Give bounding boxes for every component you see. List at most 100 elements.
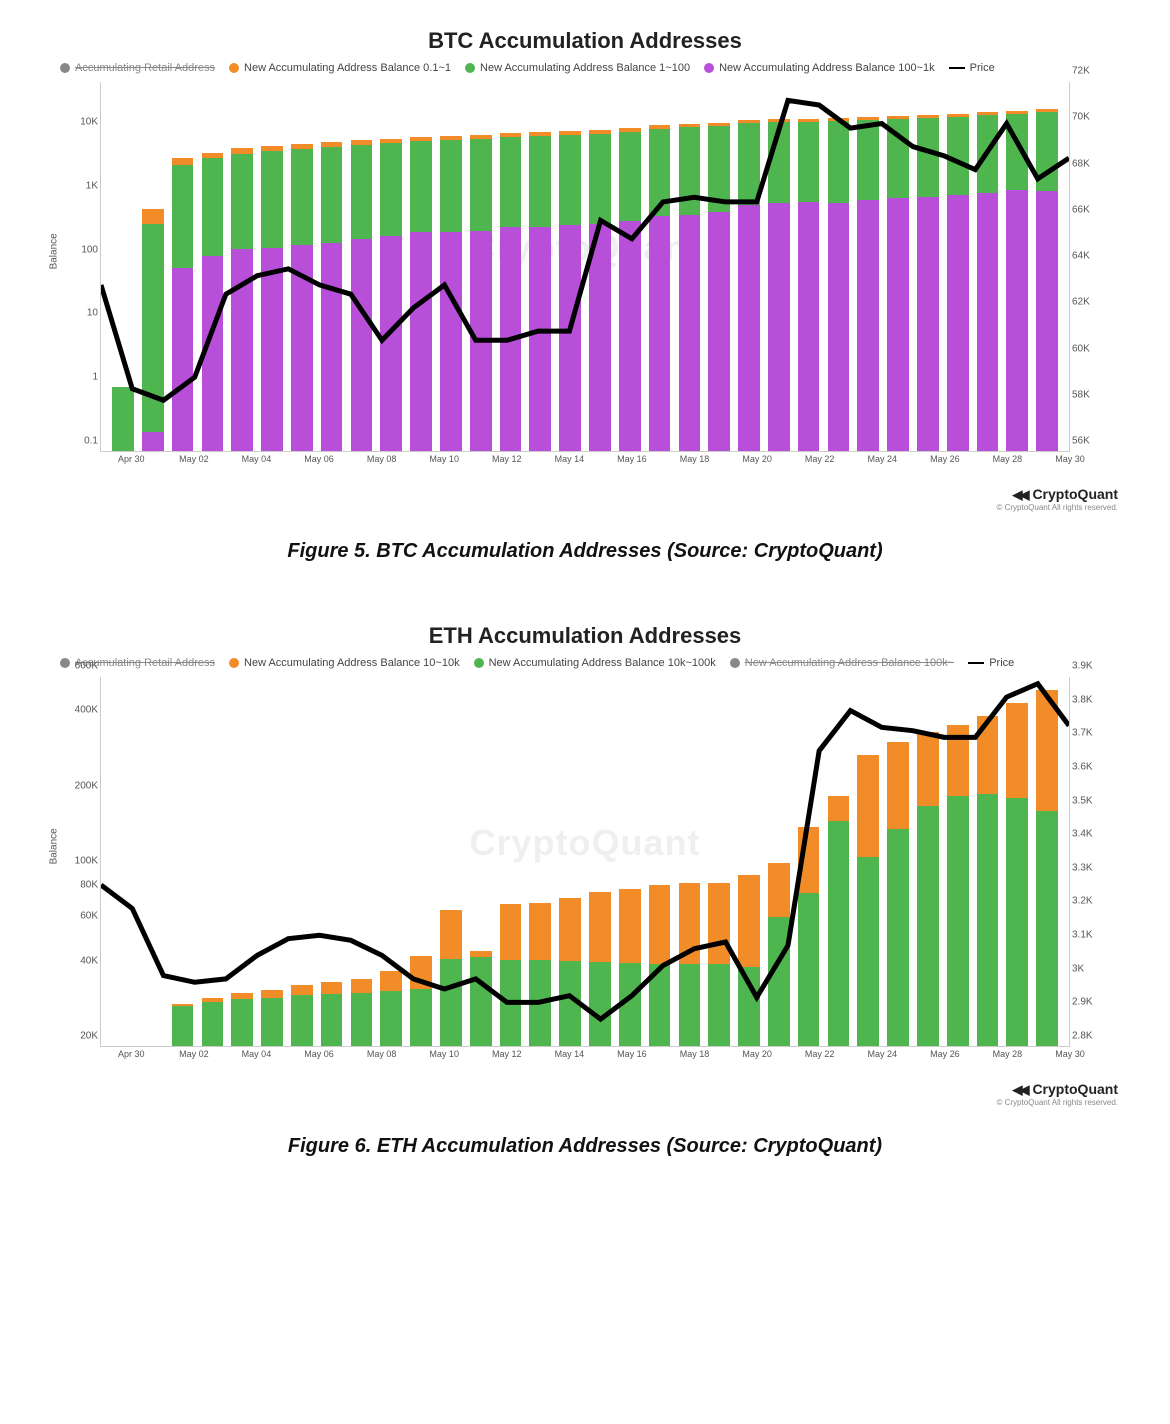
bar-stack bbox=[828, 118, 850, 451]
legend-item: Accumulating Retail Address bbox=[60, 62, 215, 74]
bar-segment bbox=[559, 898, 581, 960]
bar-slot bbox=[348, 82, 376, 451]
bar-segment bbox=[142, 432, 164, 451]
bar-stack bbox=[1036, 109, 1058, 451]
bar-stack bbox=[857, 755, 879, 1046]
y-right-ticks: 2.8K2.9K3K3.1K3.2K3.3K3.4K3.5K3.6K3.7K3.… bbox=[1072, 677, 1120, 1047]
y-right-tick: 3.8K bbox=[1072, 694, 1120, 705]
bar-segment bbox=[977, 716, 999, 795]
y-left-tick: 0.1 bbox=[50, 436, 98, 447]
chart-frame-btc: Balance 0.11101001K10K 56K58K60K62K64K66… bbox=[50, 82, 1120, 482]
y-left-ticks: 0.11101001K10K bbox=[50, 82, 98, 452]
bar-slot bbox=[228, 677, 256, 1046]
legend-item: New Accumulating Address Balance 0.1~1 bbox=[229, 62, 451, 74]
bar-segment bbox=[768, 863, 790, 917]
bar-stack bbox=[440, 910, 462, 1046]
y-left-tick: 10 bbox=[50, 308, 98, 319]
x-tick: Apr 30 bbox=[118, 1049, 145, 1059]
x-tick: May 28 bbox=[993, 1049, 1023, 1059]
bar-segment bbox=[589, 134, 611, 224]
bar-slot bbox=[318, 82, 346, 451]
bar-slot bbox=[407, 82, 435, 451]
bar-segment bbox=[947, 195, 969, 451]
bar-segment bbox=[708, 126, 730, 212]
bar-stack bbox=[559, 898, 581, 1046]
bar-stack bbox=[410, 956, 432, 1046]
bar-segment bbox=[917, 118, 939, 197]
bar-segment bbox=[470, 139, 492, 231]
bar-slot bbox=[407, 677, 435, 1046]
bar-segment bbox=[1036, 191, 1058, 451]
bar-segment bbox=[977, 115, 999, 192]
legend-item: Price bbox=[949, 62, 995, 74]
y-left-tick: 40K bbox=[50, 955, 98, 966]
bar-segment bbox=[172, 158, 194, 165]
bar-slot bbox=[497, 677, 525, 1046]
bar-segment bbox=[380, 971, 402, 992]
x-tick: May 10 bbox=[429, 454, 459, 464]
legend-dot-icon bbox=[730, 658, 740, 668]
bar-slot bbox=[556, 677, 584, 1046]
y-right-tick: 72K bbox=[1072, 66, 1120, 77]
bar-segment bbox=[1036, 112, 1058, 191]
legend-item: New Accumulating Address Balance 1~100 bbox=[465, 62, 690, 74]
bar-stack bbox=[708, 883, 730, 1046]
bar-slot bbox=[765, 82, 793, 451]
bar-stack bbox=[798, 827, 820, 1046]
bar-slot bbox=[288, 82, 316, 451]
bar-segment bbox=[172, 268, 194, 451]
legend-item: New Accumulating Address Balance 100k~ bbox=[730, 657, 954, 669]
bar-stack bbox=[768, 863, 790, 1046]
bar-stack bbox=[112, 387, 134, 451]
bar-stack bbox=[798, 118, 820, 451]
bar-slot bbox=[348, 677, 376, 1046]
bar-segment bbox=[351, 993, 373, 1046]
x-tick: May 16 bbox=[617, 1049, 647, 1059]
bar-slot bbox=[854, 677, 882, 1046]
bar-segment bbox=[529, 227, 551, 451]
bars-container bbox=[101, 677, 1069, 1046]
y-right-tick: 2.8K bbox=[1072, 1031, 1120, 1042]
bar-stack bbox=[231, 148, 253, 451]
bar-segment bbox=[887, 742, 909, 830]
bar-stack bbox=[500, 133, 522, 451]
bar-segment bbox=[649, 964, 671, 1046]
bar-stack bbox=[857, 117, 879, 451]
bar-stack bbox=[679, 124, 701, 451]
bar-stack bbox=[977, 112, 999, 451]
y-left-tick: 60K bbox=[50, 911, 98, 922]
y-left-tick: 100K bbox=[50, 855, 98, 866]
bar-stack bbox=[738, 120, 760, 451]
bar-segment bbox=[738, 205, 760, 451]
bar-slot bbox=[705, 677, 733, 1046]
bar-slot bbox=[437, 677, 465, 1046]
bar-segment bbox=[917, 806, 939, 1046]
bar-stack bbox=[1006, 703, 1028, 1046]
y-right-tick: 3.2K bbox=[1072, 896, 1120, 907]
bar-slot bbox=[914, 677, 942, 1046]
y-left-ticks: 20K40K60K80K100K200K400K600K bbox=[50, 677, 98, 1047]
x-tick: May 18 bbox=[680, 1049, 710, 1059]
bar-stack bbox=[738, 875, 760, 1046]
x-tick: May 24 bbox=[867, 454, 897, 464]
bar-segment bbox=[1006, 703, 1028, 798]
bar-slot bbox=[765, 677, 793, 1046]
bar-stack bbox=[679, 883, 701, 1046]
bar-segment bbox=[321, 982, 343, 994]
bar-segment bbox=[947, 725, 969, 796]
bar-segment bbox=[291, 245, 313, 451]
bar-slot bbox=[1003, 677, 1031, 1046]
bar-stack bbox=[887, 116, 909, 451]
bar-slot bbox=[437, 82, 465, 451]
bar-stack bbox=[142, 209, 164, 451]
bar-stack bbox=[321, 982, 343, 1046]
bar-segment bbox=[380, 143, 402, 235]
bar-slot bbox=[884, 82, 912, 451]
bar-segment bbox=[380, 236, 402, 451]
bar-segment bbox=[857, 755, 879, 857]
bar-segment bbox=[738, 123, 760, 205]
bar-stack bbox=[351, 979, 373, 1046]
bar-segment bbox=[708, 964, 730, 1046]
bar-segment bbox=[917, 197, 939, 451]
bar-stack bbox=[947, 114, 969, 451]
